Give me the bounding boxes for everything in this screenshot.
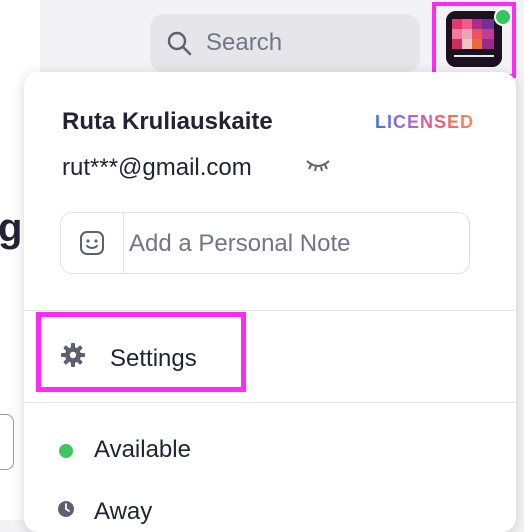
menu-divider bbox=[24, 310, 516, 311]
note-placeholder: Add a Personal Note bbox=[129, 230, 351, 257]
license-badge: LICENSED bbox=[374, 112, 474, 132]
note-icon-button[interactable] bbox=[61, 213, 124, 273]
user-email: rut***@gmail.com bbox=[62, 154, 252, 181]
available-status-dot bbox=[59, 444, 73, 458]
personal-note-field[interactable]: Add a Personal Note bbox=[60, 212, 470, 274]
online-status-dot bbox=[494, 8, 512, 26]
settings-menu-item[interactable]: Settings bbox=[110, 345, 197, 373]
status-away-item[interactable]: Away bbox=[94, 498, 152, 526]
eye-closed-icon[interactable] bbox=[304, 154, 332, 176]
gear-icon bbox=[61, 343, 85, 367]
smiley-icon bbox=[80, 231, 104, 255]
background-heading-fragment: g bbox=[0, 206, 23, 250]
profile-menu: Ruta Kruliauskaite LICENSED rut***@gmail… bbox=[24, 72, 516, 532]
status-available-item[interactable]: Available bbox=[94, 436, 191, 464]
search-icon bbox=[167, 31, 192, 56]
search-placeholder: Search bbox=[206, 29, 283, 56]
clock-icon bbox=[58, 501, 74, 517]
background-control-fragment bbox=[0, 414, 14, 470]
menu-divider bbox=[24, 402, 516, 403]
search-bar[interactable]: Search bbox=[150, 14, 420, 72]
user-name: Ruta Kruliauskaite bbox=[62, 108, 273, 135]
